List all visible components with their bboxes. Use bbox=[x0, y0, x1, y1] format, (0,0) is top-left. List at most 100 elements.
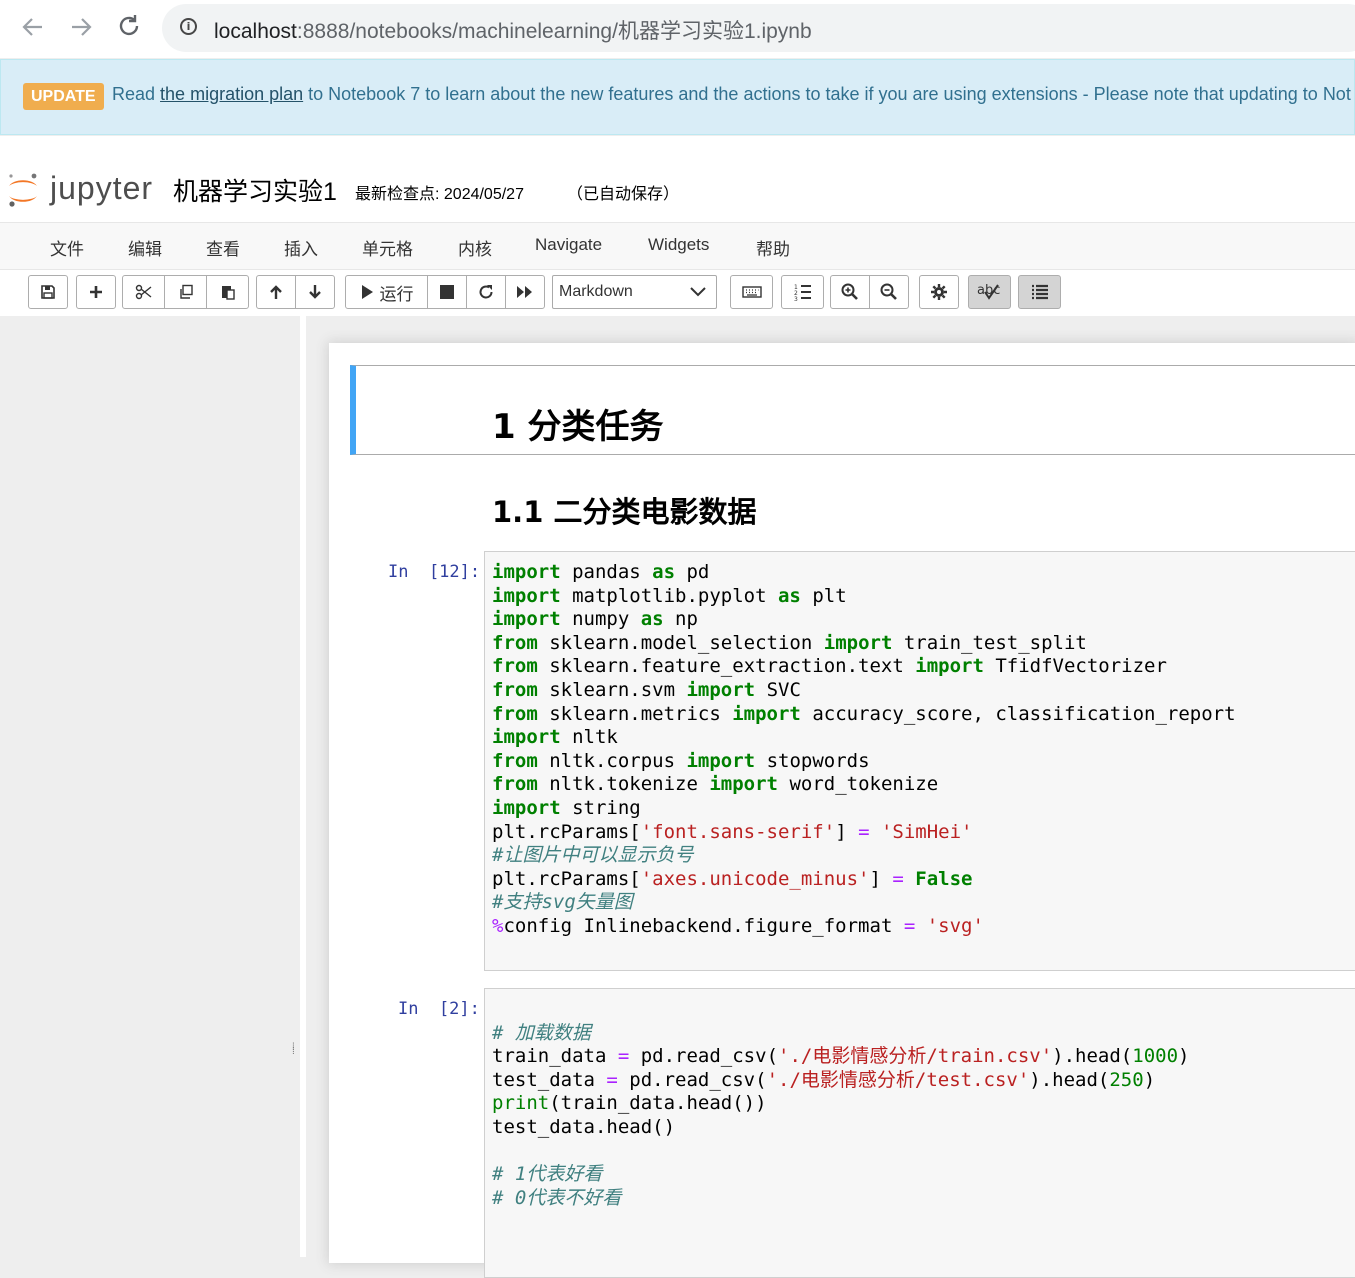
notebook-header: jupyter 机器学习实验1 最新检查点: 2024/05/27 （已自动保存… bbox=[0, 136, 1355, 316]
code-cell-1-source[interactable]: import pandas as pd import matplotlib.pyp… bbox=[492, 561, 1236, 939]
code-line: from sklearn.feature_extraction.text imp… bbox=[492, 655, 1167, 678]
update-badge: UPDATE bbox=[23, 83, 104, 110]
toolbar-group-save bbox=[28, 275, 68, 309]
menu-help[interactable]: 帮助 bbox=[756, 235, 790, 260]
insert-cell-button[interactable] bbox=[76, 275, 116, 309]
paste-button[interactable] bbox=[206, 275, 249, 309]
info-icon[interactable]: i bbox=[180, 18, 197, 35]
menu-file[interactable]: 文件 bbox=[50, 235, 84, 260]
toolbar-group-numbering: 123 bbox=[781, 275, 824, 309]
toc-icon bbox=[1031, 284, 1048, 300]
zoom-out-button[interactable] bbox=[869, 275, 909, 309]
toolbar-group-move bbox=[256, 275, 335, 309]
settings-button[interactable] bbox=[919, 275, 959, 309]
code-line: test_data = pd.read_csv('./电影情感分析/test.c… bbox=[492, 1068, 1156, 1091]
code-line: #支持svg矢量图 bbox=[492, 891, 633, 914]
toc-button[interactable] bbox=[1018, 275, 1061, 309]
zoom-in-icon bbox=[841, 283, 858, 300]
move-up-button[interactable] bbox=[256, 275, 296, 309]
arrow-down-icon bbox=[309, 285, 321, 299]
command-palette-button[interactable] bbox=[730, 275, 773, 309]
code-line: print(train_data.head()) bbox=[492, 1092, 767, 1115]
code-line: import pandas as pd bbox=[492, 561, 710, 583]
keyboard-icon bbox=[741, 286, 762, 298]
play-icon bbox=[361, 285, 373, 299]
code-cell-1[interactable]: import pandas as pd import matplotlib.pyp… bbox=[484, 551, 1355, 971]
toolbar-group-zoom bbox=[830, 275, 909, 309]
run-all-button[interactable] bbox=[505, 275, 545, 309]
list-numbered-icon: 123 bbox=[794, 284, 811, 301]
code-line: import matplotlib.pyplot as plt bbox=[492, 584, 847, 607]
cell-2-prompt: In [2]: bbox=[398, 999, 480, 1019]
run-button[interactable]: 运行 bbox=[345, 275, 428, 309]
code-line: # 1代表好看 bbox=[492, 1163, 603, 1186]
spellcheck-icon: abc bbox=[977, 283, 1000, 300]
heading-2: 1.1 二分类电影数据 bbox=[492, 495, 757, 529]
arrow-left-icon[interactable] bbox=[18, 12, 48, 42]
copy-button[interactable] bbox=[164, 275, 207, 309]
migration-plan-link[interactable]: the migration plan bbox=[160, 84, 303, 104]
copy-icon bbox=[179, 284, 193, 299]
code-line: from nltk.corpus import stopwords bbox=[492, 749, 870, 772]
heading-1: 1 分类任务 bbox=[492, 407, 664, 447]
autosave-status: （已自动保存） bbox=[567, 186, 680, 203]
move-down-button[interactable] bbox=[295, 275, 335, 309]
menu-widgets[interactable]: Widgets bbox=[648, 235, 709, 255]
menu-view[interactable]: 查看 bbox=[206, 235, 240, 260]
menu-kernel[interactable]: 内核 bbox=[458, 235, 492, 260]
fast-forward-icon bbox=[517, 286, 532, 298]
code-line: # 0代表不好看 bbox=[492, 1186, 622, 1209]
update-banner: UPDATE Read the migration plan to Notebo… bbox=[0, 59, 1355, 135]
paste-icon bbox=[221, 286, 235, 300]
checkpoint-status: 最新检查点: 2024/05/27 bbox=[355, 186, 524, 203]
gear-icon bbox=[931, 284, 947, 300]
arrow-up-icon bbox=[270, 285, 282, 299]
plus-icon bbox=[90, 286, 102, 298]
svg-text:3: 3 bbox=[794, 296, 798, 301]
code-line: %config Inlinebackend.figure_format = 's… bbox=[492, 914, 984, 937]
interrupt-button[interactable] bbox=[427, 275, 467, 309]
restart-button[interactable] bbox=[466, 275, 506, 309]
toolbar-group-settings bbox=[919, 275, 959, 309]
toolbar-group-keyboard bbox=[730, 275, 773, 309]
menu-cell[interactable]: 单元格 bbox=[362, 235, 413, 260]
menu-edit[interactable]: 编辑 bbox=[128, 235, 162, 260]
code-cell-2-source[interactable]: # 加载数据 train_data = pd.read_csv('./电影情感分析… bbox=[492, 998, 1189, 1210]
cut-button[interactable] bbox=[122, 275, 165, 309]
spellcheck-button[interactable]: abc bbox=[968, 275, 1011, 309]
sidebar-splitter[interactable] bbox=[300, 316, 306, 1257]
toc-sidebar bbox=[0, 316, 300, 1257]
toolbar: 运行 Markdown 123 abc bbox=[0, 272, 1355, 312]
banner-message: Read the migration plan to Notebook 7 to… bbox=[112, 84, 1351, 104]
save-icon bbox=[41, 285, 55, 299]
stop-icon bbox=[440, 285, 454, 299]
save-button[interactable] bbox=[28, 275, 68, 309]
address-bar[interactable]: i localhost:8888/notebooks/machinelearni… bbox=[162, 4, 1355, 52]
code-line: import nltk bbox=[492, 726, 618, 749]
jupyter-logo-icon bbox=[9, 173, 37, 207]
zoom-in-button[interactable] bbox=[830, 275, 870, 309]
reload-icon[interactable] bbox=[114, 12, 144, 42]
jupyter-logo-text: jupyter bbox=[50, 170, 154, 206]
code-line: from nltk.tokenize import word_tokenize bbox=[492, 773, 939, 796]
notebook-container: 1 分类任务 1.1 二分类电影数据 In [12]: import panda… bbox=[329, 343, 1355, 1278]
code-line: import numpy as np bbox=[492, 608, 698, 631]
toolbar-group-run: 运行 bbox=[345, 275, 545, 309]
code-line: test_data.head() bbox=[492, 1115, 676, 1138]
arrow-right-icon[interactable] bbox=[66, 12, 96, 42]
notebook-title[interactable]: 机器学习实验1 bbox=[173, 172, 337, 208]
code-line: #让图片中可以显示负号 bbox=[492, 844, 694, 867]
menu-bar: 文件 编辑 查看 插入 单元格 内核 Navigate Widgets 帮助 bbox=[0, 222, 1355, 270]
code-cell-2[interactable]: # 加载数据 train_data = pd.read_csv('./电影情感分析… bbox=[484, 988, 1355, 1278]
numbered-headings-button[interactable]: 123 bbox=[781, 275, 824, 309]
url-text: localhost:8888/notebooks/machinelearning… bbox=[214, 20, 812, 43]
browser-bar: i localhost:8888/notebooks/machinelearni… bbox=[0, 0, 1355, 58]
toolbar-group-edit bbox=[122, 275, 249, 309]
toolbar-group-insert bbox=[76, 275, 116, 309]
menu-navigate[interactable]: Navigate bbox=[535, 235, 602, 255]
menu-insert[interactable]: 插入 bbox=[284, 235, 318, 260]
jupyter-logo[interactable]: jupyter bbox=[6, 170, 156, 210]
cell-type-select[interactable]: Markdown bbox=[552, 275, 717, 309]
resize-handle-icon[interactable]: ⁞ ⁞ bbox=[292, 1043, 298, 1060]
